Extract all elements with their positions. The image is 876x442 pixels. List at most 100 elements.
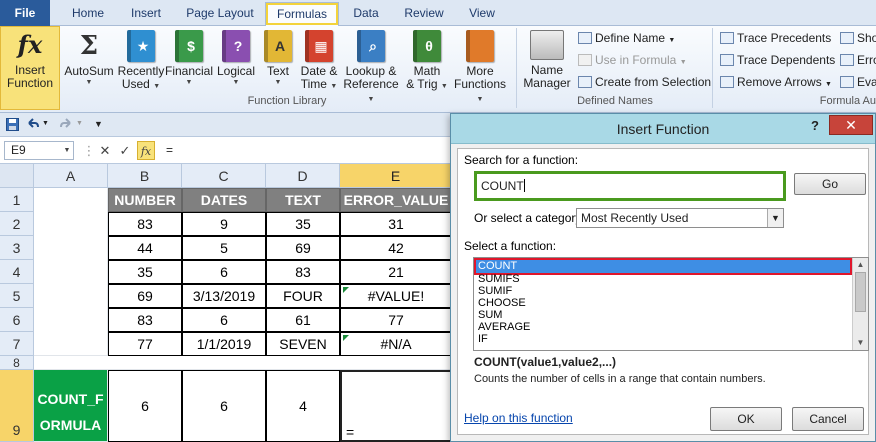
count-result-dates[interactable]: 6 [182,370,266,442]
undo-icon[interactable] [26,118,39,131]
table-cell[interactable]: FOUR [266,284,340,308]
trace-precedents-button[interactable]: Trace Precedents [720,28,831,48]
define-name-button[interactable]: Define Name ▼ [578,28,675,48]
table-cell[interactable]: 5 [182,236,266,260]
row-header-9[interactable]: 9 [0,370,34,442]
financial-button[interactable]: $ Financial ▼ [164,28,214,87]
tab-data[interactable]: Data [344,2,388,26]
help-on-function-link[interactable]: Help on this function [464,411,573,425]
function-item-count[interactable]: COUNT [474,258,852,275]
chevron-down-icon[interactable]: ▼ [76,120,89,133]
table-cell[interactable]: SEVEN [266,332,340,356]
ok-button[interactable]: OK [710,407,782,431]
table-cell[interactable]: 83 [108,308,182,332]
row-header-5[interactable]: 5 [0,284,34,308]
remove-arrows-button[interactable]: Remove Arrows ▼ [720,72,832,92]
formula-input[interactable]: = [166,141,173,160]
scroll-thumb[interactable] [855,272,866,312]
table-cell[interactable]: 69 [266,236,340,260]
table-cell-error[interactable]: #VALUE! [340,284,452,308]
table-cell[interactable]: 3/13/2019 [182,284,266,308]
table-cell[interactable]: 69 [108,284,182,308]
dialog-title-bar[interactable]: Insert Function ? ✕ [451,114,875,144]
save-icon[interactable] [6,118,19,131]
table-cell[interactable]: 61 [266,308,340,332]
scroll-down-icon[interactable]: ▼ [853,336,868,350]
use-in-formula-button[interactable]: Use in Formula ▼ [578,50,687,70]
show-formulas-button[interactable]: Sho [840,28,876,48]
customize-toolbar-icon[interactable]: ▼ [94,119,107,132]
table-cell[interactable]: 31 [340,212,452,236]
chevron-down-icon[interactable]: ▼ [58,141,76,160]
tab-insert[interactable]: Insert [120,2,172,26]
chevron-down-icon[interactable]: ▼ [767,209,783,227]
redo-icon[interactable] [60,118,73,131]
active-cell-e9[interactable]: = [340,370,452,442]
select-all-corner[interactable] [0,164,34,188]
table-cell[interactable]: 83 [108,212,182,236]
row-header-1[interactable]: 1 [0,188,34,212]
lookup-reference-button[interactable]: ⌕ Lookup & Reference ▼ [342,28,400,104]
count-result-text[interactable]: 4 [266,370,340,442]
header-cell-text[interactable]: TEXT [266,188,340,212]
row-header-3[interactable]: 3 [0,236,34,260]
tab-home[interactable]: Home [62,2,114,26]
row-header-7[interactable]: 7 [0,332,34,356]
row-8-cells[interactable] [34,356,452,370]
scroll-up-icon[interactable]: ▲ [853,258,868,272]
count-formula-label[interactable]: COUNT_F ORMULA [34,370,108,442]
insert-function-button[interactable]: fx Insert Function [0,26,60,110]
tab-file[interactable]: File [0,0,50,26]
fx-icon[interactable]: fx [137,141,155,160]
table-cell[interactable]: 21 [340,260,452,284]
table-cell[interactable]: 35 [266,212,340,236]
go-button[interactable]: Go [794,173,866,195]
function-list-scrollbar[interactable]: ▲ ▼ [852,258,868,350]
tab-formulas[interactable]: Formulas [265,2,339,26]
column-header-c[interactable]: C [182,164,266,188]
table-cell-error[interactable]: #N/A [340,332,452,356]
table-cell[interactable]: 6 [182,308,266,332]
cancel-button[interactable]: Cancel [792,407,864,431]
cancel-entry-icon[interactable]: ✕ [96,141,114,160]
date-time-button[interactable]: ▦ Date & Time ▼ [298,28,340,91]
column-header-d[interactable]: D [266,164,340,188]
row-header-2[interactable]: 2 [0,212,34,236]
column-header-a[interactable]: A [34,164,108,188]
logical-button[interactable]: ? Logical ▼ [214,28,258,87]
count-result-number[interactable]: 6 [108,370,182,442]
category-select[interactable]: Most Recently Used ▼ [576,208,784,228]
text-button[interactable]: A Text ▼ [260,28,296,87]
table-cell[interactable]: 35 [108,260,182,284]
create-from-selection-button[interactable]: Create from Selection [578,72,711,92]
recently-used-button[interactable]: ★ Recently Used ▼ [116,28,166,91]
column-header-b[interactable]: B [108,164,182,188]
search-function-input[interactable]: COUNT [474,171,786,201]
tab-page-layout[interactable]: Page Layout [180,2,260,26]
autosum-button[interactable]: Σ AutoSum ▼ [64,28,114,87]
tab-review[interactable]: Review [396,2,452,26]
cell-a1-a7[interactable] [34,188,108,356]
row-header-6[interactable]: 6 [0,308,34,332]
table-cell[interactable]: 9 [182,212,266,236]
function-list[interactable]: COUNT SUMIFS SUMIF CHOOSE SUM AVERAGE IF… [473,257,869,351]
header-cell-dates[interactable]: DATES [182,188,266,212]
column-header-e[interactable]: E [340,164,452,188]
evaluate-formula-button[interactable]: Eva [840,72,876,92]
table-cell[interactable]: 44 [108,236,182,260]
table-cell[interactable]: 83 [266,260,340,284]
table-cell[interactable]: 77 [108,332,182,356]
chevron-down-icon[interactable]: ▼ [42,120,55,133]
math-trig-button[interactable]: θ Math & Trig ▼ [404,28,450,91]
table-cell[interactable]: 42 [340,236,452,260]
function-item-if[interactable]: IF [476,333,850,346]
table-cell[interactable]: 6 [182,260,266,284]
header-cell-number[interactable]: NUMBER [108,188,182,212]
more-functions-button[interactable]: More Functions ▼ [450,28,510,104]
close-icon[interactable]: ✕ [829,115,873,135]
tab-view[interactable]: View [460,2,504,26]
name-manager-button[interactable]: Name Manager [520,28,574,90]
help-icon[interactable]: ? [805,117,825,135]
row-header-8[interactable]: 8 [0,356,34,370]
confirm-entry-icon[interactable]: ✓ [116,141,134,160]
